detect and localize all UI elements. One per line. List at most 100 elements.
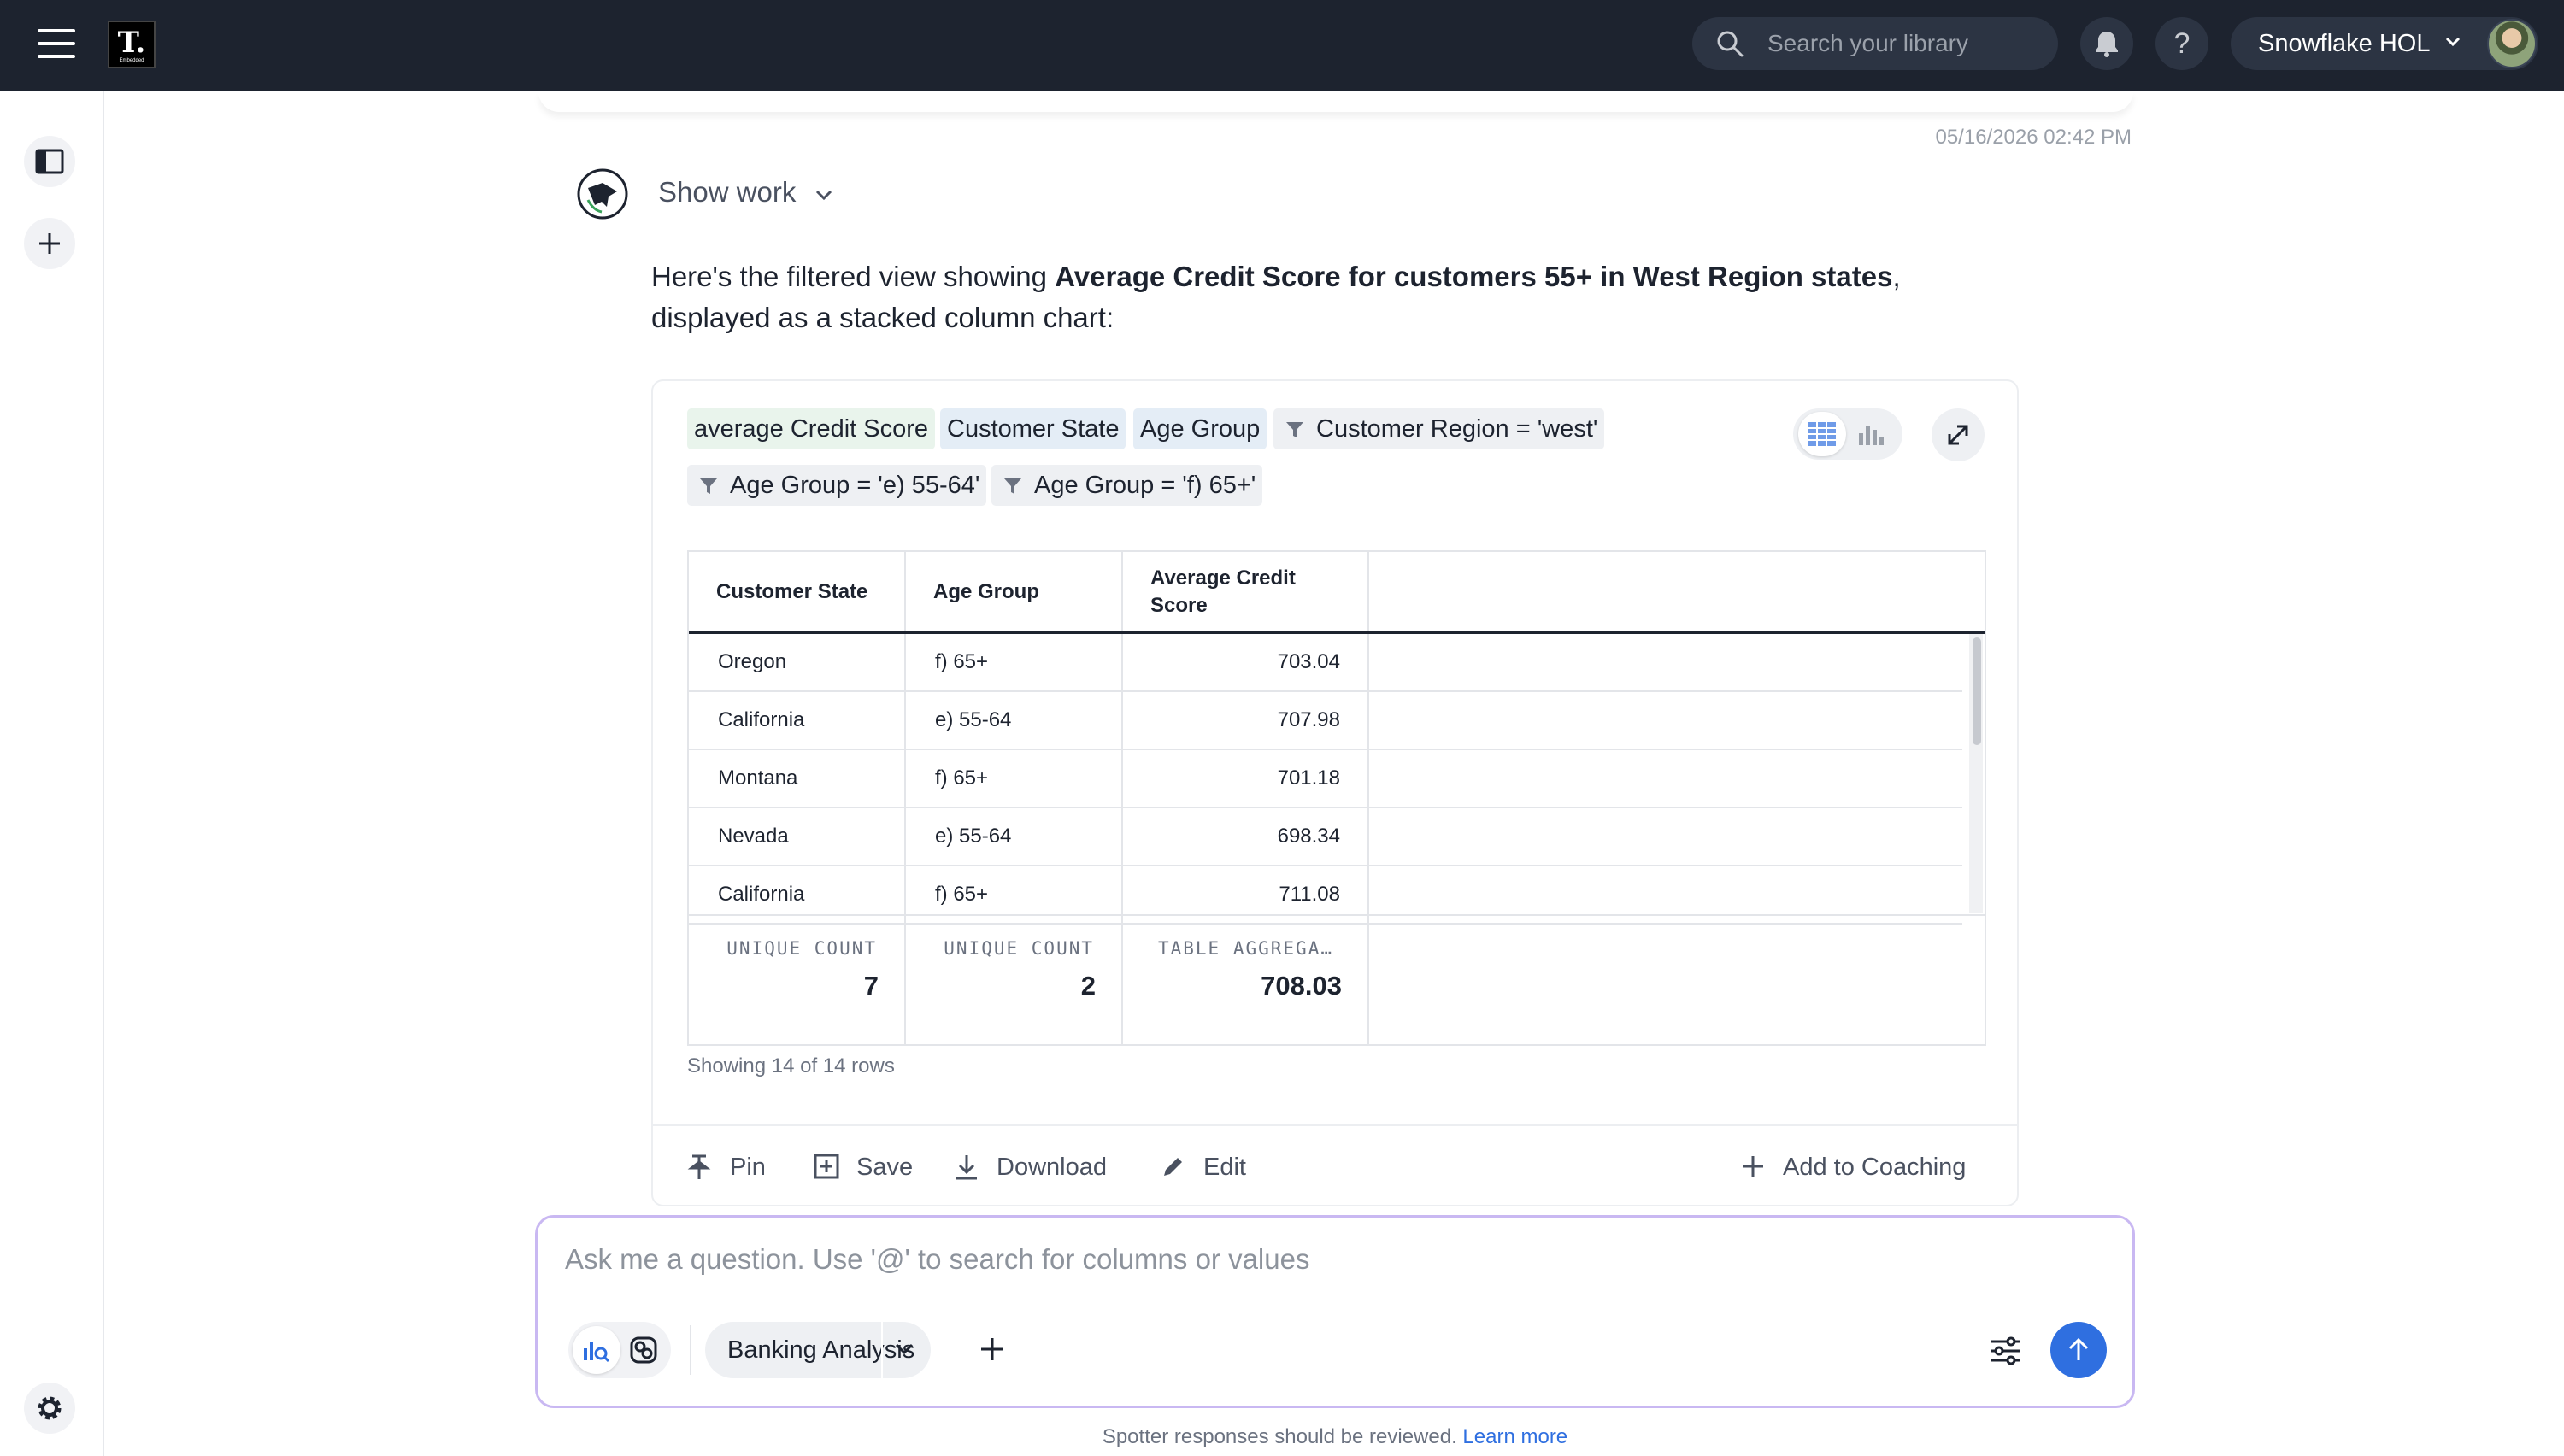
disclaimer: Spotter responses should be reviewed. Le… [0,1425,2564,1449]
composer-divider [690,1325,691,1375]
question-input[interactable] [565,1243,2018,1291]
add-dataset-button[interactable] [970,1327,1014,1371]
download-label: Download [997,1154,1107,1181]
column-header[interactable]: Average Credit Score [1123,552,1326,632]
agg-value-age: 2 [1080,971,1096,1001]
table-row[interactable]: Montana f) 65+ 701.18 [689,750,1962,808]
pin-label: Pin [730,1154,766,1181]
new-conversation-button[interactable] [24,218,75,269]
menu-icon[interactable] [38,29,75,58]
save-icon [814,1154,839,1179]
show-work-toggle[interactable]: Show work [658,176,832,208]
answer-highlight: Average Credit Score for customers 55+ i… [1055,261,1893,292]
data-table: Customer State Age Group Average Credit … [687,550,1986,1046]
chart-search-icon [584,1342,610,1363]
filter-token-region[interactable]: Customer Region = 'west' [1273,408,1605,449]
table-row[interactable]: Nevada e) 55-64 698.34 [689,808,1962,866]
research-mode-button[interactable] [620,1326,667,1374]
left-rail [0,91,104,1456]
app-logo[interactable]: T. Embedded [108,21,156,68]
table-row[interactable]: California e) 55-64 707.98 [689,692,1962,750]
cell-credit-score: 701.18 [1277,766,1340,790]
org-name: Snowflake HOL [2258,30,2431,57]
answer-text: Here's the filtered view showing Average… [651,256,2010,338]
edit-button[interactable]: Edit [1161,1150,1246,1184]
dataset-split [881,1322,883,1378]
filter-token-label: Age Group = 'e) 55-64' [730,472,980,499]
notifications-button[interactable] [2080,17,2133,70]
agg-value-score: 708.03 [1261,971,1342,1001]
filter-token-age-65[interactable]: Age Group = 'f) 65+' [991,465,1263,506]
column-header[interactable]: Customer State [689,552,906,632]
question-composer: Banking Analysis [535,1215,2135,1408]
view-toggle [1793,408,1902,460]
table-scrollbar[interactable] [1973,637,1981,745]
cell-state: Nevada [718,825,789,848]
agg-label-state: UNIQUE COUNT [726,938,877,959]
pin-icon [687,1154,711,1179]
bar-chart-icon [1859,426,1884,445]
cell-age-group: f) 65+ [935,766,989,790]
chart-view-button[interactable] [1848,412,1896,456]
attribute-token-state[interactable]: Customer State [940,408,1126,449]
plus-icon [39,233,60,254]
add-to-coaching-button[interactable]: Add to Coaching [1740,1150,1966,1184]
attribute-token-age[interactable]: Age Group [1133,408,1267,449]
sidebar-panel-icon [35,149,64,174]
cell-credit-score: 707.98 [1277,708,1340,731]
gear-icon [38,1396,62,1420]
top-bar: T.Embedded ? Snowflake HOL [0,0,2564,91]
dataset-selector[interactable]: Banking Analysis [705,1322,931,1378]
previous-message-card [538,91,2133,112]
column-header[interactable]: Age Group [906,552,1123,632]
logo-caption: Embedded [119,58,144,63]
search-icon [1717,31,1744,57]
table-row[interactable]: Oregon f) 65+ 703.04 [689,634,1962,692]
send-button[interactable] [2050,1322,2107,1378]
filter-icon [1286,422,1303,437]
table-view-button[interactable] [1798,412,1846,456]
filter-icon [700,478,717,494]
cell-age-group: e) 55-64 [935,825,1012,848]
download-icon [956,1155,977,1180]
filter-token-label: Age Group = 'f) 65+' [1034,472,1256,499]
toggle-sidebar-button[interactable] [24,136,75,187]
chevron-down-icon [815,190,832,201]
save-button[interactable]: Save [814,1150,913,1184]
analyze-mode-button[interactable] [573,1326,620,1374]
message-timestamp: 05/16/2026 02:42 PM [1935,126,2132,149]
pin-button[interactable]: Pin [687,1150,766,1184]
download-button[interactable]: Download [954,1150,1107,1184]
library-search[interactable] [1692,17,2058,70]
sliders-icon [1991,1336,2020,1365]
expand-icon [1948,425,1968,445]
dataset-name: Banking Analysis [727,1336,915,1364]
filter-token-age-55[interactable]: Age Group = 'e) 55-64' [687,465,987,506]
summary-row: UNIQUE COUNT 7 UNIQUE COUNT 2 TABLE AGGR… [689,914,1985,1044]
add-to-coaching-label: Add to Coaching [1783,1154,1967,1181]
measure-token[interactable]: average Credit Score [687,408,936,449]
cell-age-group: f) 65+ [935,650,989,673]
brain-icon [630,1336,657,1364]
show-work-label: Show work [658,176,797,208]
agg-label-age: UNIQUE COUNT [944,938,1094,959]
cell-credit-score: 698.34 [1277,825,1340,848]
settings-sliders-button[interactable] [1982,1327,2030,1375]
chevron-down-icon [895,1343,914,1355]
chevron-down-icon [2445,37,2461,47]
help-button[interactable]: ? [2155,17,2208,70]
user-avatar[interactable] [2487,19,2537,68]
help-icon: ? [2173,26,2191,60]
filter-icon [1004,478,1021,494]
plus-icon [981,1338,1003,1360]
mode-switcher [568,1322,671,1378]
plus-icon [1743,1156,1763,1177]
pencil-icon [1164,1158,1182,1176]
bell-icon [2096,32,2118,57]
cell-state: Montana [718,766,798,790]
expand-button[interactable] [1932,408,1985,461]
filter-token-label: Customer Region = 'west' [1316,415,1598,443]
learn-more-link[interactable]: Learn more [1462,1425,1567,1448]
answer-card: average Credit Score Customer State Age … [651,379,2019,1206]
search-input[interactable] [1767,17,2041,70]
